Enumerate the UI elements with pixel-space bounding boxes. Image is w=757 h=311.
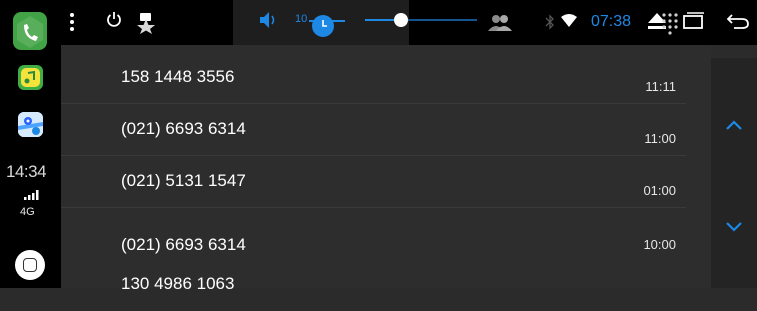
app-dock: 14:34 4G bbox=[0, 0, 61, 288]
call-log-row[interactable]: 158 1448 3556 11:11 bbox=[61, 51, 686, 104]
power-icon[interactable] bbox=[106, 11, 122, 32]
music-app-icon[interactable] bbox=[18, 65, 43, 90]
home-button[interactable] bbox=[15, 250, 45, 280]
home-icon bbox=[23, 258, 37, 272]
wifi-icon bbox=[561, 14, 577, 33]
call-log-list: 158 1448 3556 11:11 (021) 6693 6314 11:0… bbox=[61, 45, 711, 293]
call-number: (021) 5131 1547 bbox=[121, 171, 246, 190]
star-pin-icon[interactable] bbox=[134, 10, 158, 39]
scroll-down-icon[interactable] bbox=[725, 220, 743, 238]
status-bar: 10 07:38 bbox=[61, 0, 757, 58]
call-number: 158 1448 3556 bbox=[121, 67, 235, 86]
apps-grid-icon[interactable] bbox=[661, 12, 679, 41]
back-icon[interactable] bbox=[726, 12, 750, 35]
maps-app-icon[interactable] bbox=[18, 112, 43, 137]
call-time: 11:11 bbox=[645, 79, 676, 94]
call-number: (021) 6693 6314 bbox=[121, 235, 246, 254]
call-log-row[interactable]: (021) 6693 6314 11:00 bbox=[61, 103, 686, 156]
network-type-label: 4G bbox=[20, 206, 35, 218]
call-log-row[interactable]: (021) 6693 6314 10:00 bbox=[61, 207, 686, 259]
overflow-menu-icon[interactable] bbox=[69, 12, 75, 37]
phone-app-icon[interactable] bbox=[13, 12, 47, 50]
call-log-row[interactable]: 130 4986 1063 bbox=[61, 259, 686, 311]
call-time: 11:00 bbox=[644, 131, 676, 146]
call-time: 10:00 bbox=[643, 237, 676, 252]
scroll-panel bbox=[711, 58, 757, 288]
call-number: 130 4986 1063 bbox=[121, 274, 235, 293]
bluetooth-icon bbox=[545, 14, 555, 35]
call-log-row[interactable]: (021) 5131 1547 01:00 bbox=[61, 155, 686, 208]
volume-slider[interactable] bbox=[309, 12, 345, 45]
call-number: (021) 6693 6314 bbox=[121, 119, 246, 138]
brightness-slider[interactable] bbox=[365, 12, 477, 33]
signal-strength-icon bbox=[24, 187, 40, 205]
call-time: 01:00 bbox=[643, 183, 676, 198]
volume-level-label: 10 bbox=[295, 13, 308, 25]
scroll-up-icon[interactable] bbox=[725, 118, 743, 136]
volume-icon[interactable] bbox=[259, 10, 277, 35]
contacts-icon[interactable] bbox=[486, 13, 514, 38]
status-clock: 07:38 bbox=[591, 13, 632, 30]
recent-apps-icon[interactable] bbox=[683, 12, 705, 35]
dock-clock: 14:34 bbox=[6, 162, 47, 181]
